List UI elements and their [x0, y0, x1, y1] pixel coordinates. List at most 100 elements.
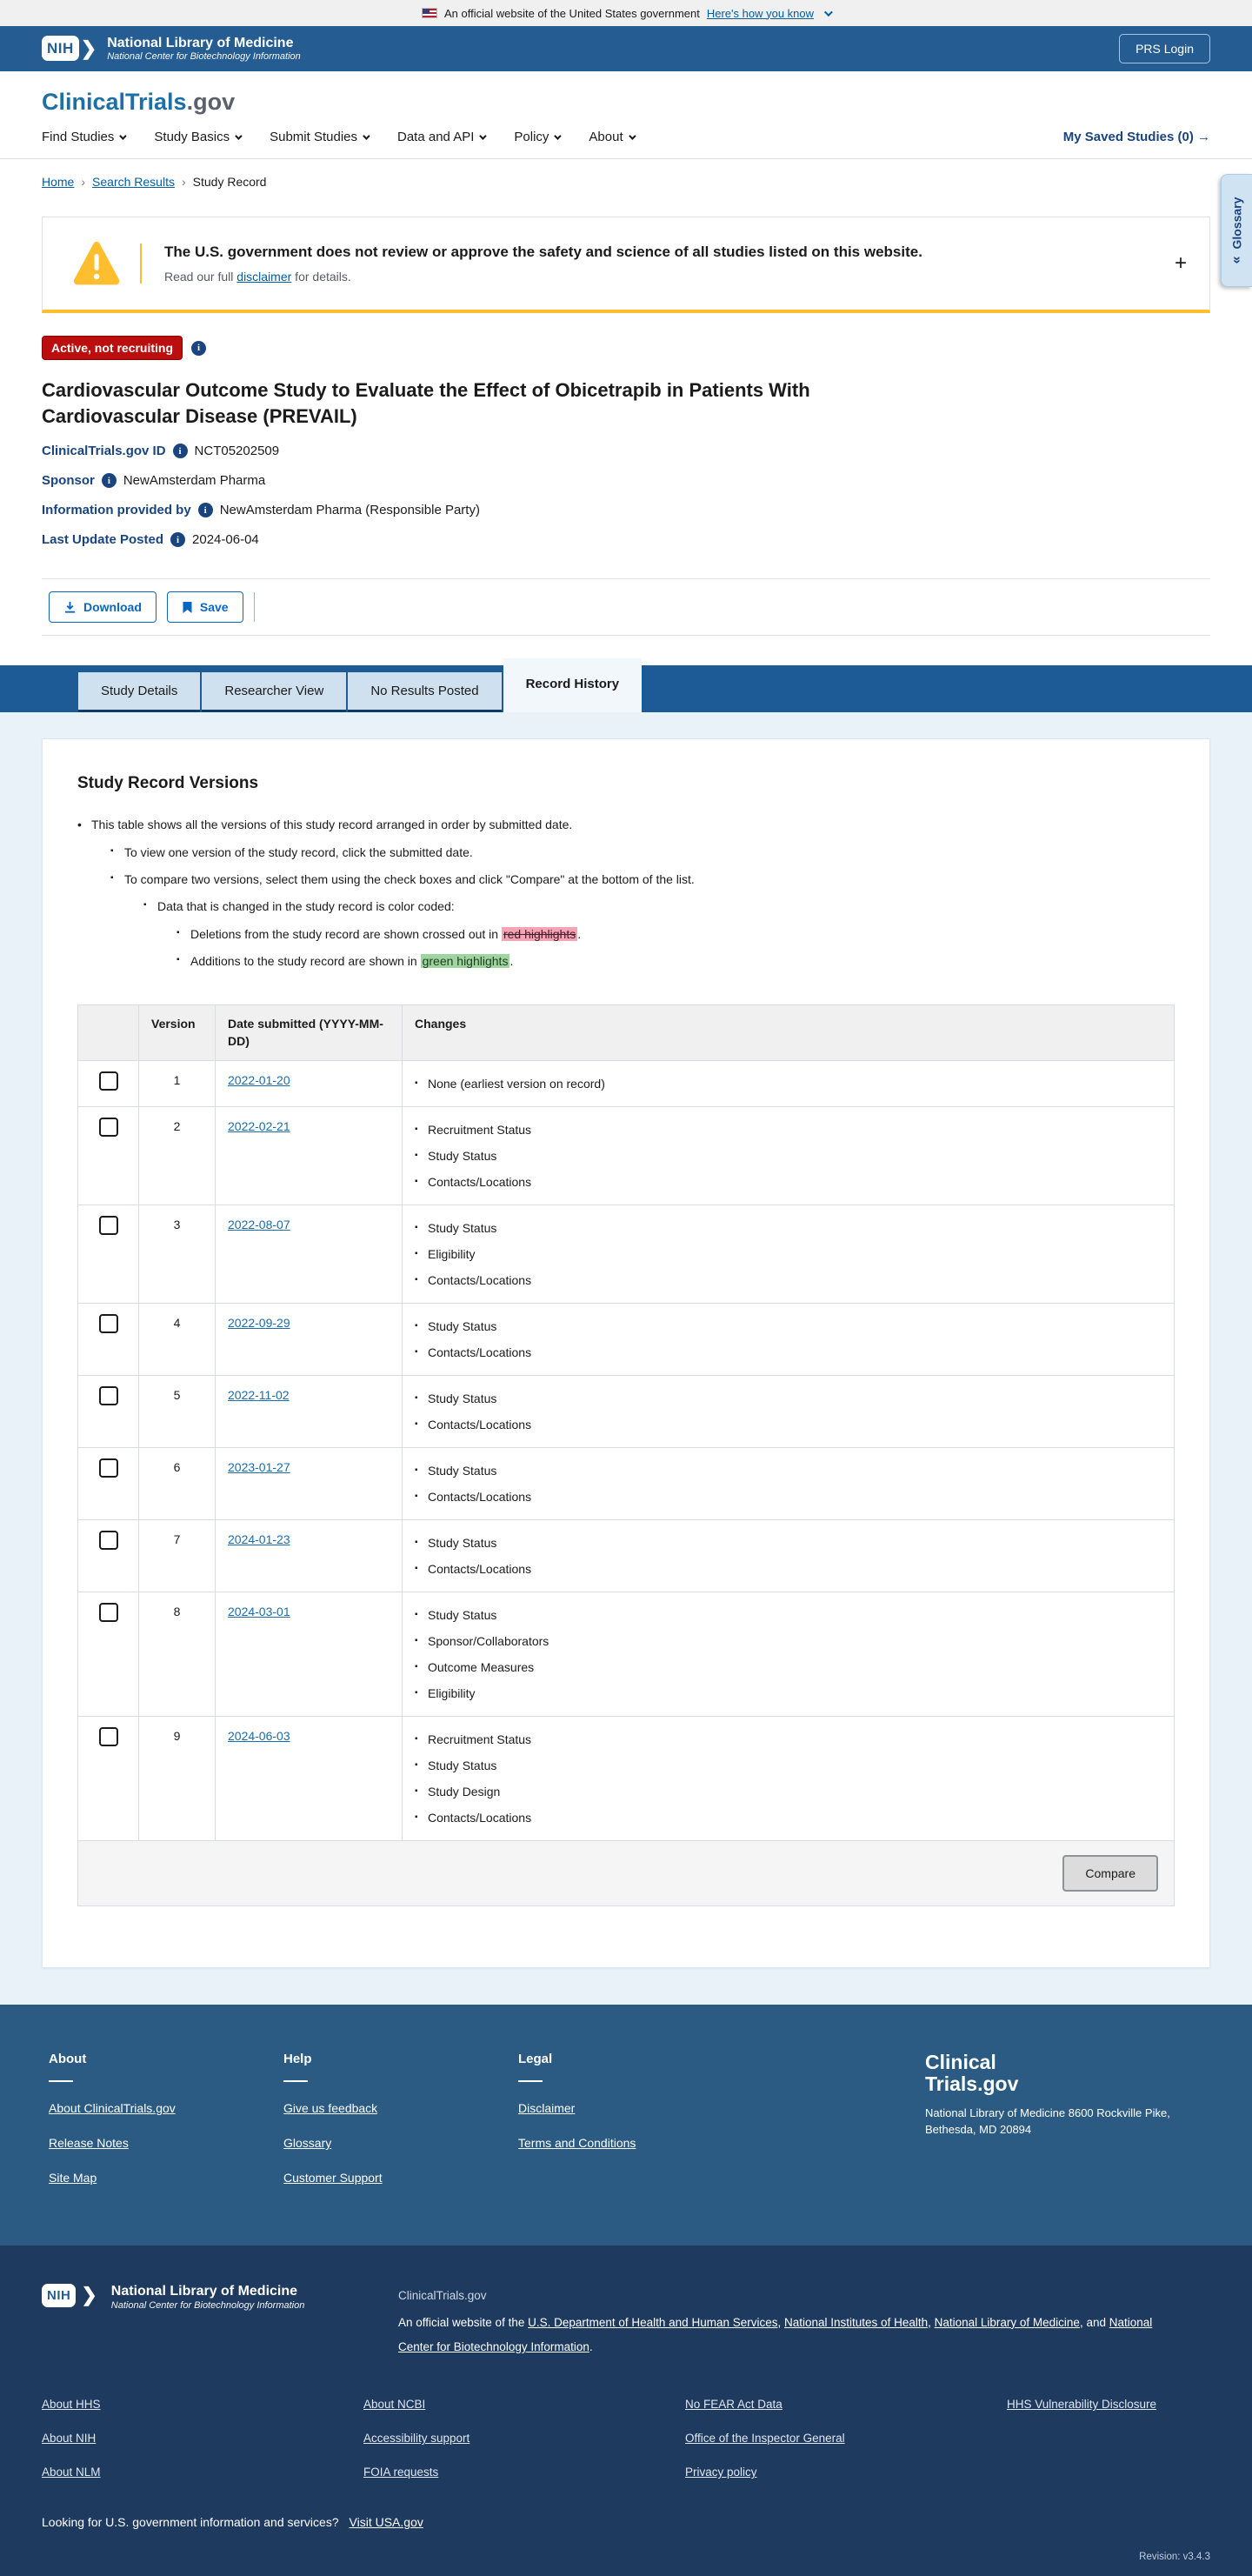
- change-item: Contacts/Locations: [415, 1807, 1162, 1828]
- tab[interactable]: Record History: [503, 658, 643, 713]
- subfooter-link[interactable]: About NLM: [42, 2466, 363, 2479]
- subfooter-link[interactable]: Office of the Inspector General: [685, 2432, 1007, 2445]
- org-subname: National Center for Biotechnology Inform…: [110, 2299, 305, 2311]
- version-number: 3: [138, 1205, 216, 1305]
- footer-column: About About ClinicalTrials.gov Release No…: [49, 2052, 283, 2206]
- footer-link[interactable]: Site Map: [49, 2171, 283, 2185]
- info-icon[interactable]: [170, 532, 186, 548]
- version-checkbox[interactable]: [98, 1603, 118, 1623]
- nih-chevron-icon: ❯: [81, 2284, 97, 2306]
- subfooter-link[interactable]: HHS Vulnerability Disclosure: [1007, 2398, 1210, 2411]
- version-checkbox[interactable]: [98, 1531, 118, 1551]
- my-saved-studies-link[interactable]: My Saved Studies (0): [1063, 130, 1210, 144]
- gov-banner: An official website of the United States…: [0, 0, 1252, 26]
- prs-login-button[interactable]: PRS Login: [1119, 34, 1210, 63]
- nav-item[interactable]: Submit Studies: [270, 130, 370, 144]
- compare-button[interactable]: Compare: [1062, 1855, 1158, 1892]
- disclaimer-sub: Read our full disclaimer for details.: [164, 270, 922, 284]
- info-icon[interactable]: [197, 503, 213, 518]
- date-submitted-link[interactable]: 2022-02-21: [228, 1119, 290, 1133]
- subfooter-link[interactable]: FOIA requests: [363, 2466, 685, 2479]
- nav-item[interactable]: Policy: [514, 130, 563, 144]
- breadcrumb-link[interactable]: Study Record: [193, 175, 267, 189]
- nav-item[interactable]: Study Basics: [154, 130, 243, 144]
- agency-link[interactable]: U.S. Department of Health and Human Serv…: [528, 2316, 777, 2329]
- date-submitted-link[interactable]: 2022-09-29: [228, 1316, 290, 1330]
- change-item: Study Status: [415, 1218, 1162, 1238]
- chevron-down-icon: [119, 131, 128, 140]
- subfooter-link[interactable]: No FEAR Act Data: [685, 2398, 1007, 2411]
- nav-list: Find Studies Study Basics Submit Studies Da…: [42, 130, 636, 144]
- warning-icon: [69, 240, 124, 287]
- site-logo[interactable]: ClinicalTrials.gov: [42, 89, 235, 115]
- date-submitted-link[interactable]: 2022-11-02: [228, 1388, 290, 1402]
- how-you-know-link[interactable]: Here's how you know: [707, 7, 814, 20]
- footer-link[interactable]: Terms and Conditions: [518, 2136, 753, 2150]
- disclaimer-link[interactable]: disclaimer: [236, 270, 291, 284]
- usa-gov-text: Looking for U.S. government information …: [42, 2515, 339, 2530]
- download-button[interactable]: Download: [49, 591, 156, 624]
- expand-banner-button[interactable]: +: [1175, 253, 1187, 274]
- nav-item[interactable]: About: [589, 130, 636, 144]
- agency-link[interactable]: National Library of Medicine: [935, 2316, 1080, 2329]
- footer-link[interactable]: Customer Support: [283, 2171, 518, 2185]
- main-nav: Find Studies Study Basics Submit Studies Da…: [0, 121, 1252, 159]
- breadcrumb-link[interactable]: Search Results: [92, 175, 175, 189]
- version-checkbox[interactable]: [98, 1458, 118, 1478]
- tab[interactable]: No Results Posted: [348, 672, 502, 713]
- meta-label: ClinicalTrials.gov ID: [42, 444, 166, 459]
- date-submitted-link[interactable]: 2023-01-27: [228, 1460, 290, 1474]
- footer-link[interactable]: Disclaimer: [518, 2101, 753, 2115]
- red-highlight-sample: red highlights: [501, 926, 578, 941]
- breadcrumb-item: Home: [42, 175, 85, 189]
- versions-notes: This table shows all the versions of thi…: [77, 816, 1175, 970]
- note-item: To view one version of the study record,…: [110, 844, 1175, 861]
- footer-link[interactable]: About ClinicalTrials.gov: [49, 2101, 283, 2115]
- nav-item[interactable]: Find Studies: [42, 130, 128, 144]
- footer-link[interactable]: Glossary: [283, 2136, 518, 2150]
- tab[interactable]: Researcher View: [202, 672, 347, 713]
- version-checkbox[interactable]: [98, 1071, 118, 1091]
- glossary-side-tab[interactable]: « Glossary: [1221, 174, 1252, 287]
- meta-value: 2024-06-04: [192, 532, 259, 548]
- version-column-header: Version: [138, 1004, 216, 1062]
- date-submitted-link[interactable]: 2022-01-20: [228, 1073, 290, 1087]
- change-item: Sponsor/Collaborators: [415, 1631, 1162, 1652]
- footer-link[interactable]: Release Notes: [49, 2136, 283, 2150]
- version-checkbox[interactable]: [98, 1727, 118, 1747]
- footer: About About ClinicalTrials.gov Release No…: [0, 2005, 1252, 2246]
- version-number: 6: [138, 1447, 216, 1521]
- nih-logo[interactable]: NIH ❯ National Library of Medicine Natio…: [42, 36, 301, 62]
- date-submitted-link[interactable]: 2024-01-23: [228, 1532, 290, 1546]
- nlm-footer-logo[interactable]: NIH ❯ National Library of Medicine Natio…: [42, 2284, 363, 2359]
- nav-item[interactable]: Data and API: [397, 130, 488, 144]
- table-row: 6 2023-01-27 Study Status Contacts/Locati…: [77, 1447, 1175, 1521]
- version-checkbox[interactable]: [98, 1216, 118, 1236]
- subfooter-link[interactable]: Accessibility support: [363, 2432, 685, 2445]
- change-item: Study Status: [415, 1460, 1162, 1481]
- change-item: Recruitment Status: [415, 1119, 1162, 1140]
- date-submitted-link[interactable]: 2024-06-03: [228, 1729, 290, 1743]
- info-icon[interactable]: [191, 340, 207, 356]
- action-bar: Download Save: [42, 578, 1210, 637]
- subfooter-link[interactable]: Privacy policy: [685, 2466, 1007, 2479]
- version-checkbox[interactable]: [98, 1386, 118, 1406]
- usa-gov-link[interactable]: Visit USA.gov: [350, 2515, 423, 2529]
- info-icon[interactable]: [101, 473, 117, 489]
- green-highlight-sample: green highlights: [420, 953, 510, 968]
- agency-link[interactable]: National Institutes of Health: [784, 2316, 928, 2329]
- subfooter-link[interactable]: About NCBI: [363, 2398, 685, 2411]
- version-checkbox[interactable]: [98, 1314, 118, 1334]
- divider: [283, 2080, 308, 2083]
- tab[interactable]: Study Details: [78, 672, 201, 713]
- subfooter-link[interactable]: About NIH: [42, 2432, 363, 2445]
- date-submitted-link[interactable]: 2022-08-07: [228, 1218, 290, 1231]
- info-icon[interactable]: [172, 444, 188, 459]
- version-checkbox[interactable]: [98, 1118, 118, 1138]
- date-submitted-link[interactable]: 2024-03-01: [228, 1605, 290, 1618]
- subfooter-link[interactable]: About HHS: [42, 2398, 363, 2411]
- footer-link[interactable]: Give us feedback: [283, 2101, 518, 2115]
- breadcrumb-link[interactable]: Home: [42, 175, 74, 189]
- save-button[interactable]: Save: [166, 591, 243, 624]
- change-item: Recruitment Status: [415, 1729, 1162, 1750]
